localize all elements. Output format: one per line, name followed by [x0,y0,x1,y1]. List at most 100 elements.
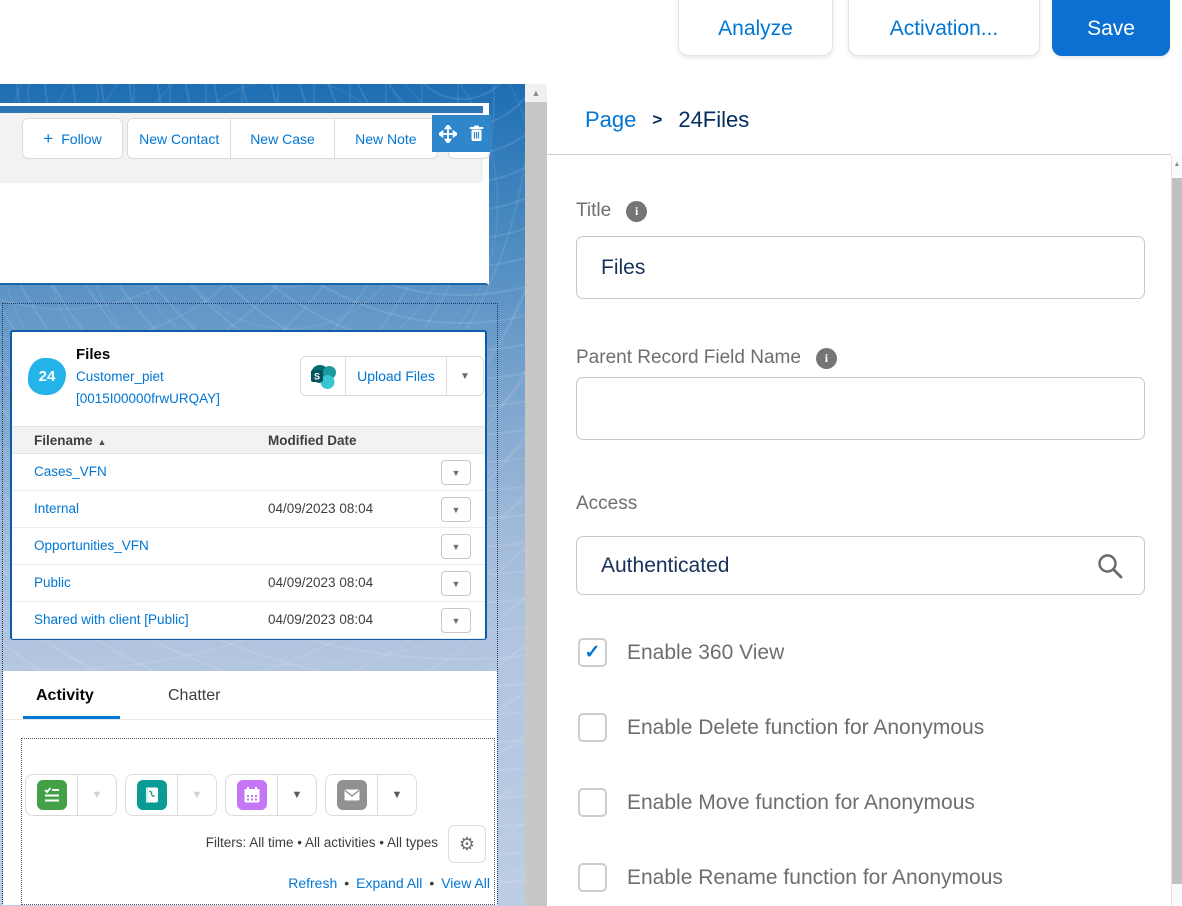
access-label: Access [576,493,637,515]
table-row: Opportunities_VFN ▼ [12,528,485,565]
move-icon[interactable] [439,125,457,143]
info-icon[interactable]: i [626,201,647,222]
table-row: Internal 04/09/2023 08:04 ▼ [12,491,485,528]
file-link[interactable]: Public [34,575,71,590]
email-button[interactable] [326,775,378,815]
svg-text:S: S [313,371,319,381]
file-link[interactable]: Cases_VFN [34,464,107,479]
link-separator: • [344,875,349,891]
activity-filters-summary: Filters: All time • All activities • All… [206,835,438,850]
enable-360-view-label: Enable 360 View [627,641,784,665]
selected-region-outline: 24 Files Customer_piet [0015I00000frwURQ… [2,303,498,904]
sharepoint-icon[interactable]: S [301,357,345,395]
scroll-up-button[interactable]: ▲ [525,84,547,102]
log-call-group: ▼ [125,774,217,816]
activity-chatter-component: Activity Chatter [3,671,497,905]
email-more-button[interactable]: ▼ [378,775,416,815]
breadcrumb-separator-icon: > [652,110,662,130]
save-button[interactable]: Save [1052,0,1170,56]
log-call-button[interactable] [126,775,178,815]
file-link[interactable]: Internal [34,501,79,516]
refresh-link[interactable]: Refresh [288,875,337,891]
upload-files-button-group: S Upload Files ▼ [300,356,484,396]
breadcrumb: Page > 24Files [585,102,749,138]
builder-topbar: Analyze Activation... Save [0,0,1182,82]
files-table-header: Filename▲ Modified Date [12,426,485,454]
row-menu-button[interactable]: ▼ [441,608,471,633]
upload-more-button[interactable]: ▼ [447,357,483,395]
activity-settings-button[interactable]: ⚙ [448,825,486,863]
title-label: Title [576,200,611,222]
activation-button[interactable]: Activation... [848,0,1040,56]
breadcrumb-page-link[interactable]: Page [585,107,636,133]
new-note-button[interactable]: New Note [335,119,437,158]
search-icon [1096,552,1124,580]
access-value: Authenticated [601,554,729,578]
access-lookup-input[interactable]: Authenticated [576,536,1145,595]
row-menu-button[interactable]: ▼ [441,460,471,485]
tabs-divider [3,719,497,720]
activity-links: Refresh•Expand All•View All [288,875,490,891]
row-menu-button[interactable]: ▼ [441,571,471,596]
enable-360-view-checkbox[interactable]: ✓ [578,638,607,667]
analyze-button[interactable]: Analyze [678,0,833,56]
files-component-card[interactable]: 24 Files Customer_piet [0015I00000frwURQ… [10,330,487,640]
table-row: Cases_VFN ▼ [12,454,485,491]
component-properties-panel: Page > 24Files Title i Files Parent Reco… [547,84,1182,906]
parent-record-field-label: Parent Record Field Name [576,347,801,369]
filename-header-label: Filename [34,433,93,448]
info-icon[interactable]: i [816,348,837,369]
panel-scrollbar-thumb[interactable] [1172,178,1182,884]
new-event-group: ▼ [225,774,317,816]
file-modified-date: 04/09/2023 08:04 [268,575,373,590]
panel-divider [547,154,1171,155]
new-task-button[interactable] [26,775,78,815]
gear-icon: ⚙ [459,834,475,855]
canvas-scrollbar[interactable]: ▲ [525,84,547,906]
new-event-more-button[interactable]: ▼ [278,775,316,815]
trash-icon[interactable] [469,125,484,142]
title-input-value: Files [601,256,645,280]
column-header-filename[interactable]: Filename▲ [34,433,106,448]
column-header-modified-date[interactable]: Modified Date [268,433,357,448]
email-group: ▼ [325,774,417,816]
record-id-link[interactable]: [0015I00000frwURQAY] [76,391,220,406]
record-actions-group: New Contact New Case New Note [127,118,438,159]
page-preview-canvas: + Follow New Contact New Case New Note ▼ [0,84,525,906]
upload-files-button[interactable]: Upload Files [345,357,447,395]
file-link[interactable]: Shared with client [Public] [34,612,189,627]
enable-move-anonymous-checkbox[interactable] [578,788,607,817]
new-event-button[interactable] [226,775,278,815]
email-icon [337,780,367,810]
canvas-scrollbar-thumb[interactable] [525,102,547,906]
tab-chatter[interactable]: Chatter [168,687,220,705]
tab-activity[interactable]: Activity [36,687,94,705]
row-menu-button[interactable]: ▼ [441,497,471,522]
call-icon [137,780,167,810]
new-task-more-button[interactable]: ▼ [78,775,116,815]
table-row: Shared with client [Public] 04/09/2023 0… [12,602,485,639]
expand-all-link[interactable]: Expand All [356,875,422,891]
new-contact-button[interactable]: New Contact [128,119,231,158]
enable-delete-anonymous-checkbox[interactable] [578,713,607,742]
plus-icon: + [43,129,53,149]
parent-record-field-input[interactable] [576,377,1145,440]
log-call-more-button[interactable]: ▼ [178,775,216,815]
new-case-button[interactable]: New Case [231,119,334,158]
follow-button[interactable]: + Follow [22,118,123,159]
title-input[interactable]: Files [576,236,1145,299]
table-row: Public 04/09/2023 08:04 ▼ [12,565,485,602]
enable-rename-anonymous-checkbox[interactable] [578,863,607,892]
view-all-link[interactable]: View All [441,875,490,891]
banner-strip [0,106,483,113]
follow-button-label: Follow [61,131,101,147]
row-menu-button[interactable]: ▼ [441,534,471,559]
panel-scrollbar[interactable]: ▲ [1171,155,1182,906]
scroll-up-button[interactable]: ▲ [1172,157,1182,171]
task-icon [37,780,67,810]
enable-delete-anonymous-label: Enable Delete function for Anonymous [627,716,984,740]
record-name-link[interactable]: Customer_piet [76,369,164,384]
file-link[interactable]: Opportunities_VFN [34,538,149,553]
file-modified-date: 04/09/2023 08:04 [268,501,373,516]
file-modified-date: 04/09/2023 08:04 [268,612,373,627]
